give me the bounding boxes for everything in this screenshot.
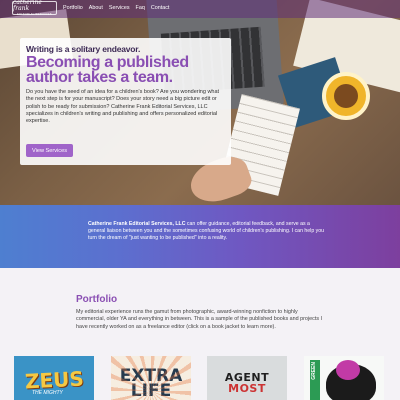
nav-link-about[interactable]: About	[89, 5, 103, 11]
portfolio-title: Portfolio	[76, 294, 118, 305]
portfolio-description: My editorial experience runs the gamut f…	[76, 309, 323, 330]
band-text: Catherine Frank Editorial Services, LLC …	[88, 221, 328, 243]
hero-card: Writing is a solitary endeavor. Becoming…	[20, 38, 231, 165]
book-cover-agent-most[interactable]: AGENT MOST	[207, 356, 287, 400]
portfolio-section: Portfolio My editorial experience runs t…	[0, 268, 400, 400]
logo-name: catherine frank	[13, 0, 42, 12]
book-cover-extra-life[interactable]: EXTRA LIFE	[111, 356, 191, 400]
book-cover-zeus[interactable]: ZEUS THE MIGHTY	[14, 356, 94, 400]
book-illustration	[326, 360, 376, 400]
book-title: AGENT MOST	[225, 372, 269, 394]
nav-links: Portfolio About Services Faq Contact	[63, 5, 169, 11]
book-title: EXTRA LIFE	[119, 366, 183, 400]
hero-section: catherine frank EDITORIAL SERVICES Portf…	[0, 0, 400, 205]
site-logo[interactable]: catherine frank EDITORIAL SERVICES	[12, 0, 57, 16]
nav-link-portfolio[interactable]: Portfolio	[63, 5, 83, 11]
view-services-button[interactable]: View Services	[26, 144, 73, 157]
book-cover-green[interactable]: GREEN	[304, 356, 384, 400]
top-nav: catherine frank EDITORIAL SERVICES Portf…	[0, 0, 400, 18]
hero-photo-coffee-mug	[322, 72, 370, 120]
book-title: GREEN	[311, 362, 317, 380]
hero-headline: Becoming a published author takes a team…	[26, 54, 189, 86]
nav-link-contact[interactable]: Contact	[151, 5, 170, 11]
book-covers: ZEUS THE MIGHTY EXTRA LIFE AGENT MOST GR…	[0, 356, 400, 400]
logo-subtitle: EDITORIAL SERVICES	[17, 12, 52, 16]
band-company: Catherine Frank Editorial Services, LLC	[88, 221, 186, 227]
hero-tagline: Writing is a solitary endeavor.	[26, 44, 141, 54]
nav-link-services[interactable]: Services	[109, 5, 130, 11]
book-title-line2: MOST	[228, 382, 266, 395]
hero-intro: Do you have the seed of an idea for a ch…	[26, 89, 220, 125]
nav-link-faq[interactable]: Faq	[136, 5, 145, 11]
intro-band: Catherine Frank Editorial Services, LLC …	[0, 205, 400, 268]
book-subtitle: THE MIGHTY	[32, 390, 63, 396]
